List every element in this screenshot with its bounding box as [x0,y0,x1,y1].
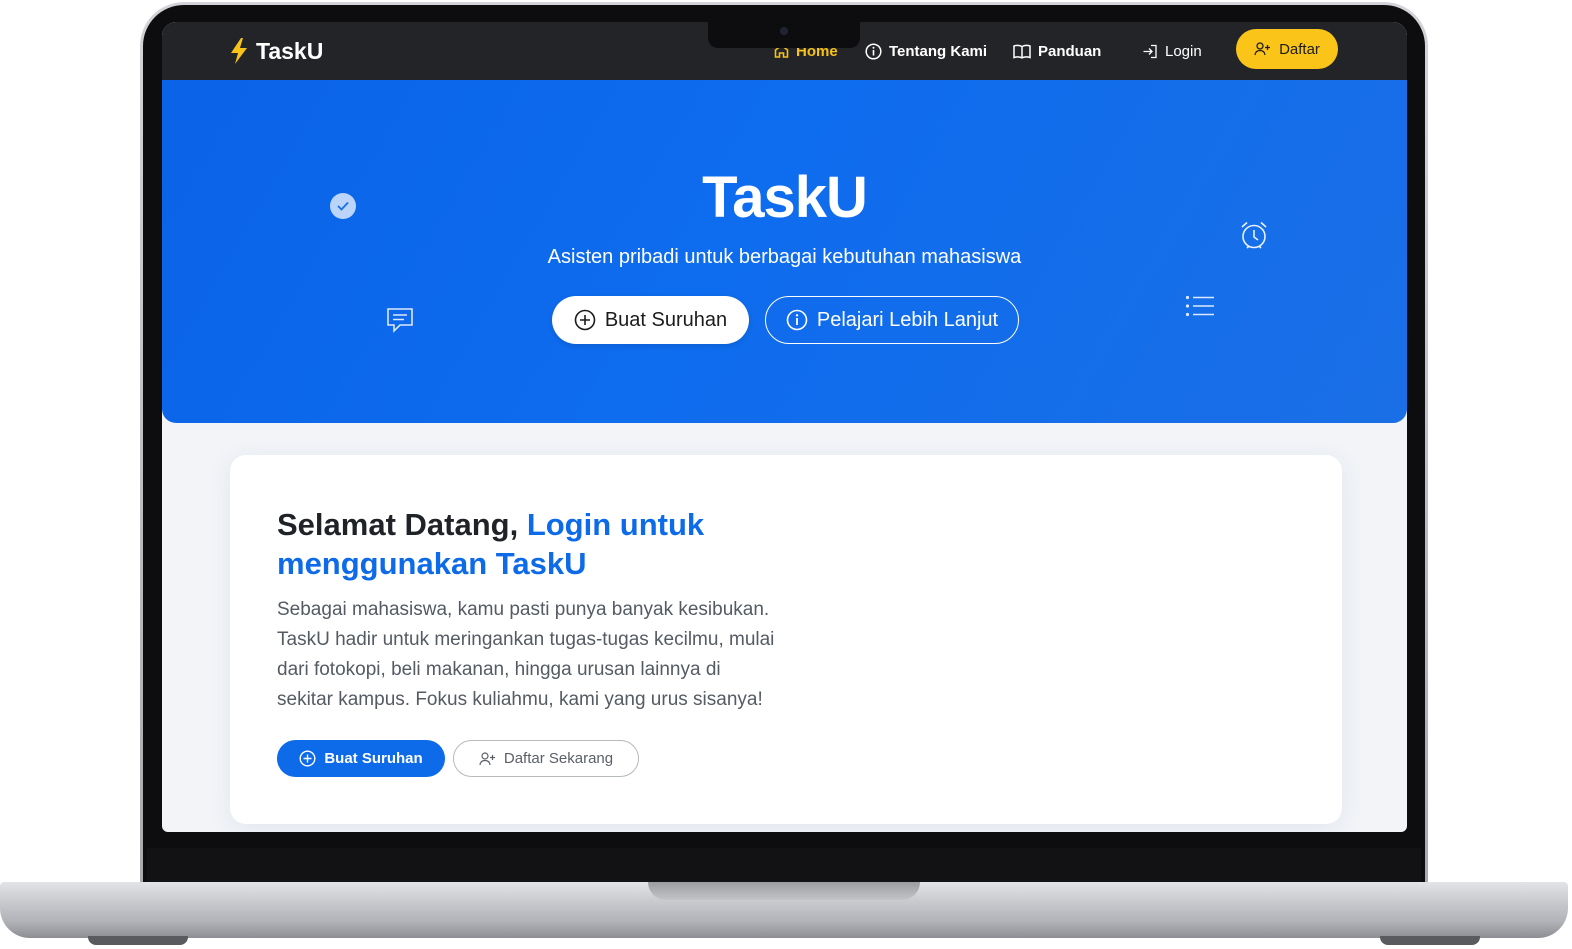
user-plus-icon [479,751,496,766]
list-icon [1185,295,1215,317]
laptop-thumb-notch [648,882,920,900]
hero-section: TaskU Asisten pribadi untuk berbagai keb… [162,80,1407,423]
welcome-title: Selamat Datang, Login untuk menggunakan … [277,505,797,583]
book-icon [1013,44,1031,59]
hero-pelajari-label: Pelajari Lebih Lanjut [816,308,999,331]
hero-buat-suruhan-button[interactable]: Buat Suruhan [552,296,749,344]
plus-circle-icon [574,309,596,331]
hero-title: TaskU [702,165,868,230]
login-icon [1142,44,1158,59]
laptop-foot-left [88,936,188,945]
nav-item-login[interactable]: Login [1142,39,1202,63]
daftar-button[interactable]: Daftar [1236,29,1338,69]
camera-icon [780,27,788,35]
hero-buat-suruhan-label: Buat Suruhan [604,308,728,331]
brand-logo[interactable]: TaskU [230,36,323,66]
nav-item-label: Tentang Kami [889,42,988,60]
brand-name: TaskU [256,37,324,64]
laptop-foot-right [1380,936,1480,945]
plus-circle-icon [299,750,316,767]
welcome-title-plain: Selamat Datang, [277,507,527,542]
lightning-icon [231,38,247,64]
chat-icon [386,306,414,334]
nav-item-panduan[interactable]: Panduan [1013,39,1101,63]
nav-item-label: Panduan [1038,42,1102,60]
info-icon [786,309,808,331]
hero-subtitle: Asisten pribadi untuk berbagai kebutuhan… [547,246,1022,268]
card-buat-suruhan-button[interactable]: Buat Suruhan [277,740,445,777]
laptop-mockup: TaskU Home Tentang Kami Panduan Login Da… [0,0,1572,949]
info-icon [865,42,882,60]
nav-item-tentang-kami[interactable]: Tentang Kami [865,39,987,63]
laptop-bottom-bezel [147,848,1421,884]
daftar-button-label: Daftar [1279,40,1320,58]
card-buat-suruhan-label: Buat Suruhan [324,750,423,767]
welcome-description: Sebagai mahasiswa, kamu pasti punya bany… [277,599,775,710]
nav-item-label: Login [1165,42,1202,60]
card-daftar-sekarang-button[interactable]: Daftar Sekarang [453,740,639,777]
hero-pelajari-button[interactable]: Pelajari Lebih Lanjut [765,296,1019,344]
card-daftar-sekarang-label: Daftar Sekarang [503,750,614,767]
browser-screen: TaskU Home Tentang Kami Panduan Login Da… [162,22,1407,832]
welcome-card: Selamat Datang, Login untuk menggunakan … [230,455,1342,824]
camera-notch [708,22,860,48]
user-plus-icon [1254,42,1271,56]
